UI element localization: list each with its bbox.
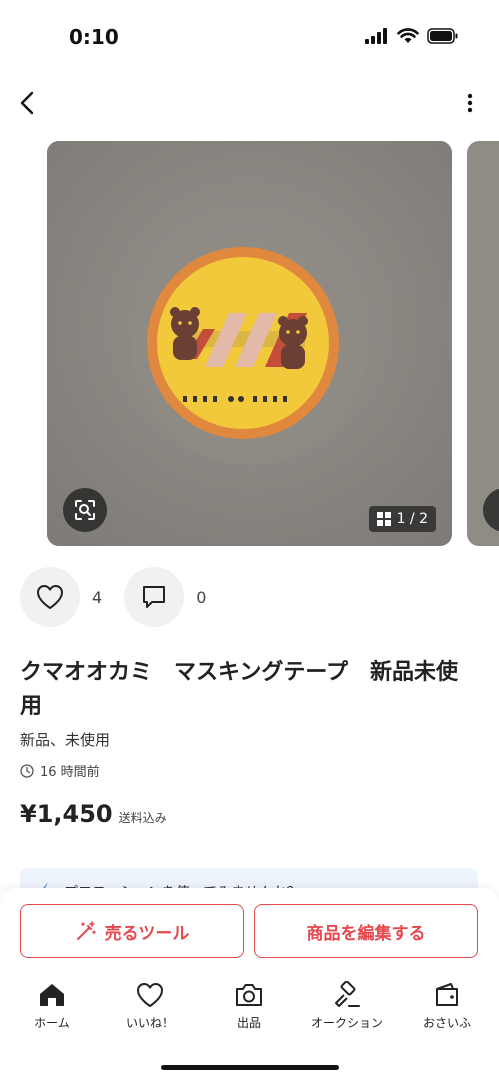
- tab-home[interactable]: ホーム: [2, 980, 102, 1038]
- next-image-search-button: [483, 488, 499, 532]
- comment-icon: [143, 586, 166, 608]
- chevron-left-icon: [20, 91, 34, 115]
- price-value: ¥1,450: [20, 800, 113, 828]
- sell-tools-button[interactable]: 売るツール: [20, 904, 244, 958]
- battery-icon: [427, 28, 459, 48]
- product-photo[interactable]: 1 / 2: [47, 141, 452, 546]
- comment-count: 0: [196, 587, 207, 607]
- tab-wallet-label: おさいふ: [422, 1016, 471, 1030]
- item-price: ¥1,450 送料込み: [20, 800, 167, 828]
- tab-sell[interactable]: 出品: [199, 980, 299, 1038]
- like-button[interactable]: [20, 567, 80, 627]
- status-bar: 0:10: [0, 0, 499, 70]
- photo-carousel[interactable]: 1 / 2: [0, 141, 499, 546]
- sell-tools-label: 売るツール: [104, 923, 190, 944]
- next-product-photo[interactable]: [467, 141, 499, 546]
- tab-bar: ホーム いいね！ 出品 オークション おさいふ: [0, 980, 499, 1038]
- item-title: クマオオカミ マスキングテープ 新品未使用: [20, 660, 459, 719]
- comment-button[interactable]: [124, 567, 185, 627]
- status-time: 0:10: [69, 25, 119, 49]
- tab-sell-label: 出品: [236, 1016, 261, 1030]
- nav-bar: [0, 80, 499, 126]
- item-posted-time: 16 時間前: [20, 761, 100, 780]
- camera-icon: [236, 984, 262, 1006]
- signal-icon: [365, 28, 389, 48]
- home-indicator: [161, 1065, 339, 1070]
- bottom-action-sheet: 売るツール 商品を編集する ホーム いいね！ 出品 オークション おさいふ: [0, 888, 499, 1080]
- magic-wand-icon: [76, 921, 96, 940]
- item-condition: 新品、未使用: [20, 731, 111, 749]
- posted-time-text: 16 時間前: [40, 765, 100, 780]
- more-vertical-icon: [467, 93, 473, 113]
- edit-item-button[interactable]: 商品を編集する: [254, 904, 478, 958]
- tab-auction[interactable]: オークション: [297, 980, 397, 1038]
- clock-icon: [20, 763, 34, 778]
- heart-icon: [137, 983, 163, 1007]
- back-button[interactable]: [12, 86, 42, 120]
- gavel-icon: [335, 981, 360, 1007]
- tab-home-label: ホーム: [34, 1016, 70, 1030]
- more-options-button[interactable]: [463, 88, 477, 118]
- photo-page-counter: 1 / 2: [368, 506, 436, 532]
- page-counter-text: 1 / 2: [396, 511, 428, 527]
- masking-tape-photo: [47, 141, 452, 546]
- price-note: 送料込み: [118, 811, 167, 825]
- tab-likes[interactable]: いいね！: [100, 980, 200, 1038]
- grid-icon: [376, 512, 391, 526]
- tab-auction-label: オークション: [310, 1016, 383, 1030]
- wallet-icon: [436, 983, 458, 1006]
- reactions-row: 4 0: [20, 567, 228, 627]
- status-icons: [365, 28, 459, 48]
- edit-item-label: 商品を編集する: [306, 923, 426, 944]
- scan-search-icon: [75, 500, 95, 520]
- heart-icon: [37, 585, 63, 609]
- wifi-icon: [397, 28, 419, 48]
- tab-likes-label: いいね！: [125, 1016, 174, 1030]
- like-count: 4: [92, 587, 103, 607]
- image-search-button[interactable]: [63, 488, 107, 532]
- home-icon: [40, 984, 64, 1006]
- tab-wallet[interactable]: おさいふ: [397, 980, 497, 1038]
